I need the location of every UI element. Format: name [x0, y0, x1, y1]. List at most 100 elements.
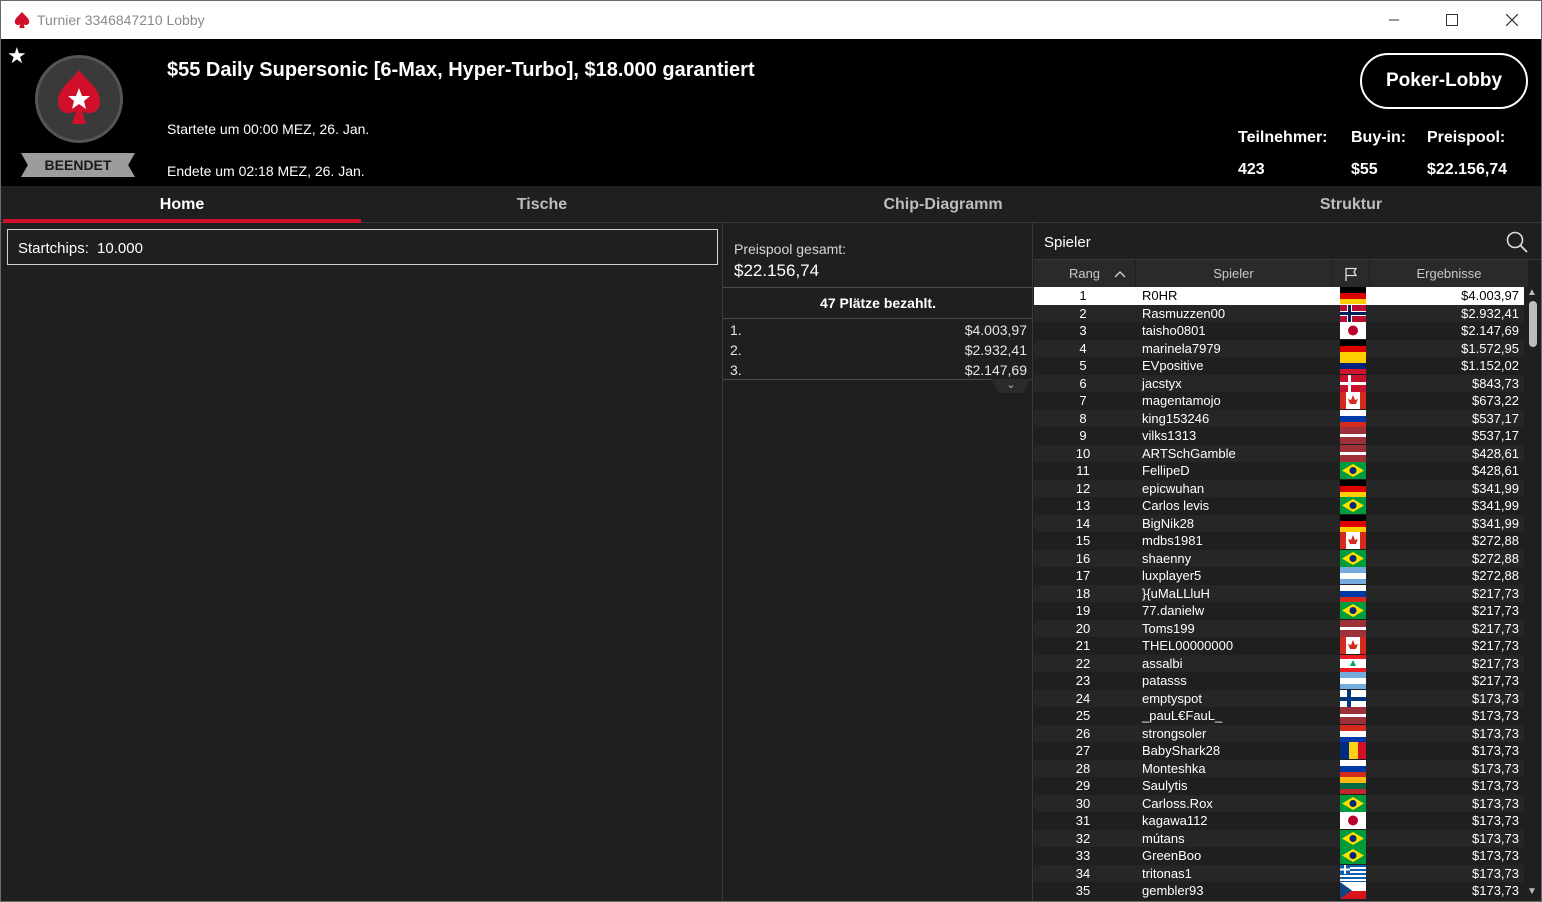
player-rank: 34: [1075, 865, 1091, 881]
player-result-amount: $173,73: [1472, 813, 1519, 828]
player-name: magentamojo: [1142, 393, 1221, 408]
player-result-amount: $173,73: [1472, 865, 1519, 881]
player-result-amount: $341,99: [1472, 480, 1519, 496]
player-result-amount: $217,73: [1472, 603, 1519, 618]
country-flag-icon: [1340, 304, 1366, 322]
player-rank: 12: [1075, 480, 1091, 496]
player-row[interactable]: 10 ARTSchGamble $428,61: [1034, 444, 1529, 462]
player-row[interactable]: 25 _pauL€FauL_ $173,73: [1034, 707, 1529, 725]
player-row[interactable]: 17 luxplayer5 $272,88: [1034, 567, 1529, 585]
player-row[interactable]: 8 king153246 $537,17: [1034, 409, 1529, 427]
player-row[interactable]: 21 THEL00000000 $217,73: [1034, 637, 1529, 655]
player-search-bar[interactable]: Spieler: [1034, 223, 1541, 260]
scroll-thumb[interactable]: [1529, 301, 1537, 347]
player-name: THEL00000000: [1142, 638, 1234, 653]
country-flag-icon: [1340, 724, 1366, 742]
country-flag-icon: [1340, 847, 1366, 864]
window-title: Turnier 3346847210 Lobby: [37, 12, 205, 28]
player-name: Carlos levis: [1142, 498, 1210, 513]
poker-lobby-button[interactable]: Poker-Lobby: [1360, 53, 1528, 109]
tab-home[interactable]: Home: [3, 186, 361, 223]
country-flag-icon: [1340, 479, 1366, 497]
scroll-down-icon[interactable]: ▼: [1527, 886, 1537, 897]
player-row[interactable]: 18}{uMaLLluH $217,73: [1034, 584, 1529, 602]
search-icon[interactable]: [1505, 230, 1529, 254]
player-row[interactable]: 31 kagawa112 $173,73: [1034, 812, 1529, 830]
country-flag-icon: [1340, 777, 1366, 794]
player-row[interactable]: 13 Carlos levis $341,99: [1034, 497, 1529, 515]
player-row[interactable]: 15 mdbs1981 $272,88: [1034, 532, 1529, 550]
player-row[interactable]: 11 FellipeD $428,61: [1034, 462, 1529, 480]
player-row[interactable]: 5 EVpositive $1.152,02: [1034, 357, 1529, 375]
maximize-button[interactable]: [1429, 1, 1475, 39]
player-row[interactable]: 19 77.danielw $217,73: [1034, 602, 1529, 620]
player-rank: 28: [1075, 760, 1091, 776]
player-result-amount: $173,73: [1472, 883, 1519, 898]
player-result-amount: $173,73: [1472, 725, 1519, 741]
player-result-amount: $1.152,02: [1461, 358, 1519, 373]
player-row[interactable]: 3 taisho0801 $2.147,69: [1034, 322, 1529, 340]
tab-chip-chart[interactable]: Chip-Diagramm: [741, 186, 1145, 223]
player-row[interactable]: 16 shaenny $272,88: [1034, 549, 1529, 567]
player-row[interactable]: 23 patasss $217,73: [1034, 672, 1529, 690]
column-header-player[interactable]: Spieler: [1136, 260, 1332, 287]
player-row[interactable]: 6 jacstyx $843,73: [1034, 374, 1529, 392]
scroll-up-icon[interactable]: ▲: [1527, 287, 1537, 298]
player-row[interactable]: 20 Toms199 $217,73: [1034, 619, 1529, 637]
country-flag-icon: [1340, 374, 1366, 392]
tab-tables[interactable]: Tische: [363, 186, 721, 223]
player-name: Monteshka: [1142, 760, 1206, 776]
player-name: jacstyx: [1142, 375, 1182, 391]
player-row[interactable]: 34 tritonas1 $173,73: [1034, 864, 1529, 882]
player-name: assalbi: [1142, 655, 1183, 671]
player-result-amount: $2.932,41: [1461, 305, 1519, 321]
player-name: kagawa112: [1142, 813, 1208, 828]
player-rank: 7: [1079, 393, 1087, 408]
payout-place: 3.: [730, 362, 742, 378]
minimize-button[interactable]: [1371, 1, 1417, 39]
expand-payouts-chevron-icon[interactable]: ⌄: [991, 379, 1031, 393]
player-row[interactable]: 24 emptyspot $173,73: [1034, 689, 1529, 707]
player-row[interactable]: 2 Rasmuzzen00 $2.932,41: [1034, 304, 1529, 322]
title-bar: Turnier 3346847210 Lobby: [1, 1, 1541, 39]
player-rank: 4: [1079, 340, 1087, 356]
player-row[interactable]: 33 GreenBoo $173,73: [1034, 847, 1529, 865]
close-button[interactable]: [1489, 1, 1535, 39]
player-result-amount: $341,99: [1472, 498, 1519, 513]
player-row[interactable]: 4 marinela7979 $1.572,95: [1034, 339, 1529, 357]
player-name: epicwuhan: [1142, 480, 1205, 496]
home-info-panel: Startchips: 10.000: [1, 223, 723, 901]
player-row[interactable]: 12 epicwuhan $341,99: [1034, 479, 1529, 497]
favorite-star-icon[interactable]: ★: [7, 45, 27, 67]
column-header-country[interactable]: [1332, 260, 1370, 287]
payout-amount: $2.932,41: [964, 342, 1027, 358]
tournament-lobby-window: Turnier 3346847210 Lobby ★ BEENDET $55 D…: [0, 0, 1542, 902]
player-row[interactable]: 1 R0HR $4.003,97: [1034, 287, 1529, 305]
player-rank: 29: [1075, 778, 1091, 793]
player-row[interactable]: 35 gembler93 $173,73: [1034, 882, 1529, 900]
player-row[interactable]: 27 BabyShark28 $173,73: [1034, 742, 1529, 760]
player-row[interactable]: 14 BigNik28 $341,99: [1034, 514, 1529, 532]
tab-structure[interactable]: Struktur: [1161, 186, 1541, 223]
player-row[interactable]: 32 mútans $173,73: [1034, 829, 1529, 847]
player-row[interactable]: 9 vilks1313 $537,17: [1034, 427, 1529, 445]
player-row[interactable]: 7 magentamojo $673,22: [1034, 392, 1529, 410]
tournament-header: ★ BEENDET $55 Daily Supersonic [6-Max, H…: [1, 39, 1541, 186]
player-row[interactable]: 30 Carloss.Rox $173,73: [1034, 794, 1529, 812]
column-header-rank[interactable]: Rang: [1034, 260, 1136, 287]
player-row[interactable]: 22 assalbi $217,73: [1034, 654, 1529, 672]
startchips-label: Startchips:: [18, 240, 89, 257]
players-scrollbar[interactable]: ▲ ▼: [1524, 287, 1541, 899]
player-results-list: 1 R0HR $4.003,97 2 Rasmuzzen00 $2.932,41 3 tais…: [1034, 287, 1529, 901]
country-flag-icon: [1340, 497, 1366, 514]
player-result-amount: $428,61: [1472, 463, 1519, 478]
player-result-amount: $173,73: [1472, 743, 1519, 758]
player-name: emptyspot: [1142, 690, 1202, 706]
country-flag-icon: [1340, 759, 1366, 777]
country-flag-icon: [1340, 322, 1366, 339]
player-row[interactable]: 26 strongsoler $173,73: [1034, 724, 1529, 742]
player-name: gembler93: [1142, 883, 1204, 898]
player-row[interactable]: 28 Monteshka $173,73: [1034, 759, 1529, 777]
column-header-results[interactable]: Ergebnisse: [1370, 260, 1529, 287]
player-row[interactable]: 29 Saulytis $173,73: [1034, 777, 1529, 795]
